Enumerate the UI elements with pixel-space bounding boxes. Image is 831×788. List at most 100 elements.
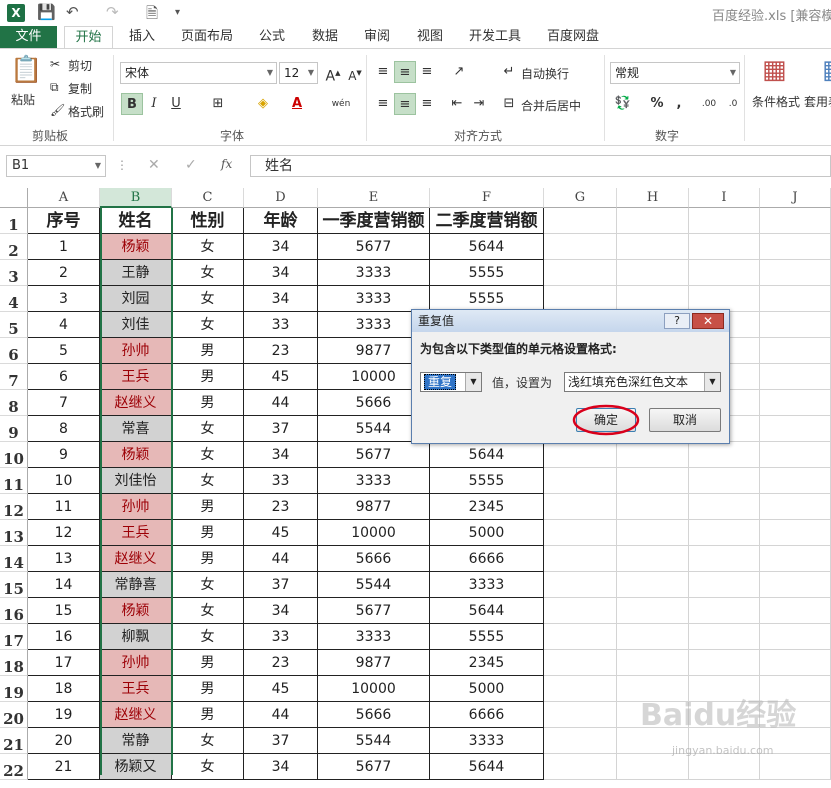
number-format-select[interactable]: 常规 ▼ bbox=[610, 62, 740, 84]
table-cell[interactable]: 5544 bbox=[318, 572, 430, 598]
table-cell[interactable]: 女 bbox=[172, 754, 244, 780]
table-cell[interactable]: 34 bbox=[244, 598, 318, 624]
row-header[interactable]: 5 bbox=[0, 312, 28, 338]
table-cell[interactable] bbox=[544, 598, 617, 624]
merge-center-icon[interactable]: ⊟ bbox=[498, 93, 520, 115]
table-cell[interactable]: 杨颖 bbox=[100, 442, 172, 468]
row-header[interactable]: 2 bbox=[0, 234, 28, 260]
table-cell[interactable]: 赵继义 bbox=[100, 702, 172, 728]
underline-icon[interactable]: U bbox=[165, 93, 187, 115]
table-cell[interactable] bbox=[544, 468, 617, 494]
table-cell[interactable] bbox=[689, 442, 760, 468]
table-cell[interactable]: 9 bbox=[28, 442, 100, 468]
table-cell[interactable]: 女 bbox=[172, 572, 244, 598]
help-button[interactable]: ? bbox=[664, 313, 690, 329]
table-cell[interactable]: 3333 bbox=[430, 728, 544, 754]
tab-page-layout[interactable]: 页面布局 bbox=[172, 26, 242, 48]
table-cell[interactable]: 2 bbox=[28, 260, 100, 286]
table-cell[interactable] bbox=[689, 546, 760, 572]
column-header-F[interactable]: F bbox=[430, 188, 544, 208]
table-cell[interactable]: 孙帅 bbox=[100, 650, 172, 676]
table-cell[interactable] bbox=[544, 572, 617, 598]
table-cell[interactable] bbox=[760, 494, 831, 520]
table-cell[interactable]: 2345 bbox=[430, 650, 544, 676]
italic-icon[interactable]: I bbox=[143, 93, 165, 115]
table-cell[interactable]: 5677 bbox=[318, 442, 430, 468]
table-cell[interactable]: 5644 bbox=[430, 234, 544, 260]
table-cell[interactable]: 杨颖 bbox=[100, 234, 172, 260]
name-box[interactable]: B1 ▼ bbox=[6, 155, 106, 177]
table-cell[interactable]: 男 bbox=[172, 702, 244, 728]
table-cell[interactable]: 33 bbox=[244, 468, 318, 494]
table-cell[interactable] bbox=[689, 624, 760, 650]
table-cell[interactable] bbox=[617, 260, 689, 286]
table-cell[interactable]: 男 bbox=[172, 390, 244, 416]
value-type-select[interactable]: 重复 ▼ bbox=[420, 372, 482, 392]
table-cell[interactable]: 5644 bbox=[430, 598, 544, 624]
accounting-format-icon[interactable]: 💱 bbox=[612, 93, 634, 115]
table-cell[interactable] bbox=[617, 520, 689, 546]
table-cell[interactable]: 男 bbox=[172, 364, 244, 390]
table-cell[interactable] bbox=[760, 364, 831, 390]
table-cell[interactable]: 常静喜 bbox=[100, 572, 172, 598]
table-cell[interactable] bbox=[544, 702, 617, 728]
header-cell[interactable]: 二季度营销额 bbox=[430, 208, 544, 234]
table-cell[interactable]: 37 bbox=[244, 416, 318, 442]
table-cell[interactable]: 5000 bbox=[430, 520, 544, 546]
table-cell[interactable]: 男 bbox=[172, 520, 244, 546]
table-cell[interactable]: 女 bbox=[172, 442, 244, 468]
table-cell[interactable] bbox=[544, 208, 617, 234]
table-cell[interactable] bbox=[689, 520, 760, 546]
paste-icon[interactable]: 📋 bbox=[10, 55, 42, 85]
table-cell[interactable] bbox=[544, 624, 617, 650]
row-header[interactable]: 8 bbox=[0, 390, 28, 416]
table-cell[interactable]: 5555 bbox=[430, 468, 544, 494]
table-cell[interactable]: 34 bbox=[244, 442, 318, 468]
table-cell[interactable] bbox=[760, 260, 831, 286]
table-cell[interactable] bbox=[617, 442, 689, 468]
table-cell[interactable] bbox=[544, 728, 617, 754]
table-cell[interactable]: 9877 bbox=[318, 650, 430, 676]
tab-developer[interactable]: 开发工具 bbox=[461, 26, 529, 48]
header-cell[interactable]: 姓名 bbox=[100, 208, 172, 234]
align-center-icon[interactable]: ≡ bbox=[394, 93, 416, 115]
cut-icon[interactable]: ✂ bbox=[50, 57, 60, 71]
font-size-select[interactable]: 12 ▼ bbox=[279, 62, 318, 84]
table-cell[interactable]: 6666 bbox=[430, 702, 544, 728]
fill-color-icon[interactable]: ◈ bbox=[252, 93, 274, 115]
table-cell[interactable]: 15 bbox=[28, 598, 100, 624]
table-cell[interactable]: 44 bbox=[244, 546, 318, 572]
row-header[interactable]: 4 bbox=[0, 286, 28, 312]
bold-icon[interactable]: B bbox=[121, 93, 143, 115]
grow-font-icon[interactable]: A▲ bbox=[322, 62, 344, 85]
table-cell[interactable] bbox=[689, 468, 760, 494]
align-middle-icon[interactable]: ≡ bbox=[394, 61, 416, 83]
row-header[interactable]: 12 bbox=[0, 494, 28, 520]
table-cell[interactable]: 5644 bbox=[430, 442, 544, 468]
table-cell[interactable]: 3 bbox=[28, 286, 100, 312]
table-cell[interactable] bbox=[617, 468, 689, 494]
table-cell[interactable]: 8 bbox=[28, 416, 100, 442]
phonetic-icon[interactable]: wén bbox=[330, 93, 352, 115]
table-cell[interactable]: 34 bbox=[244, 234, 318, 260]
format-painter-icon[interactable]: 🖌 bbox=[50, 103, 65, 117]
copy-icon[interactable]: ⧉ bbox=[50, 80, 59, 95]
table-cell[interactable] bbox=[689, 260, 760, 286]
header-cell[interactable]: 性别 bbox=[172, 208, 244, 234]
shrink-font-icon[interactable]: A▼ bbox=[344, 62, 366, 84]
table-cell[interactable] bbox=[544, 546, 617, 572]
table-cell[interactable]: 男 bbox=[172, 650, 244, 676]
table-cell[interactable]: 4 bbox=[28, 312, 100, 338]
wrap-text-icon[interactable]: ↵ bbox=[498, 61, 520, 83]
confirm-edit-icon[interactable]: ✓ bbox=[185, 157, 197, 173]
table-cell[interactable] bbox=[617, 624, 689, 650]
table-cell[interactable] bbox=[760, 312, 831, 338]
table-cell[interactable]: 孙帅 bbox=[100, 338, 172, 364]
table-cell[interactable] bbox=[544, 754, 617, 780]
table-cell[interactable]: 5544 bbox=[318, 728, 430, 754]
table-cell[interactable] bbox=[617, 234, 689, 260]
row-header[interactable]: 11 bbox=[0, 468, 28, 494]
format-as-table-button[interactable]: 套用表格格式 bbox=[804, 93, 831, 110]
table-cell[interactable]: 9877 bbox=[318, 494, 430, 520]
tab-insert[interactable]: 插入 bbox=[120, 26, 164, 48]
